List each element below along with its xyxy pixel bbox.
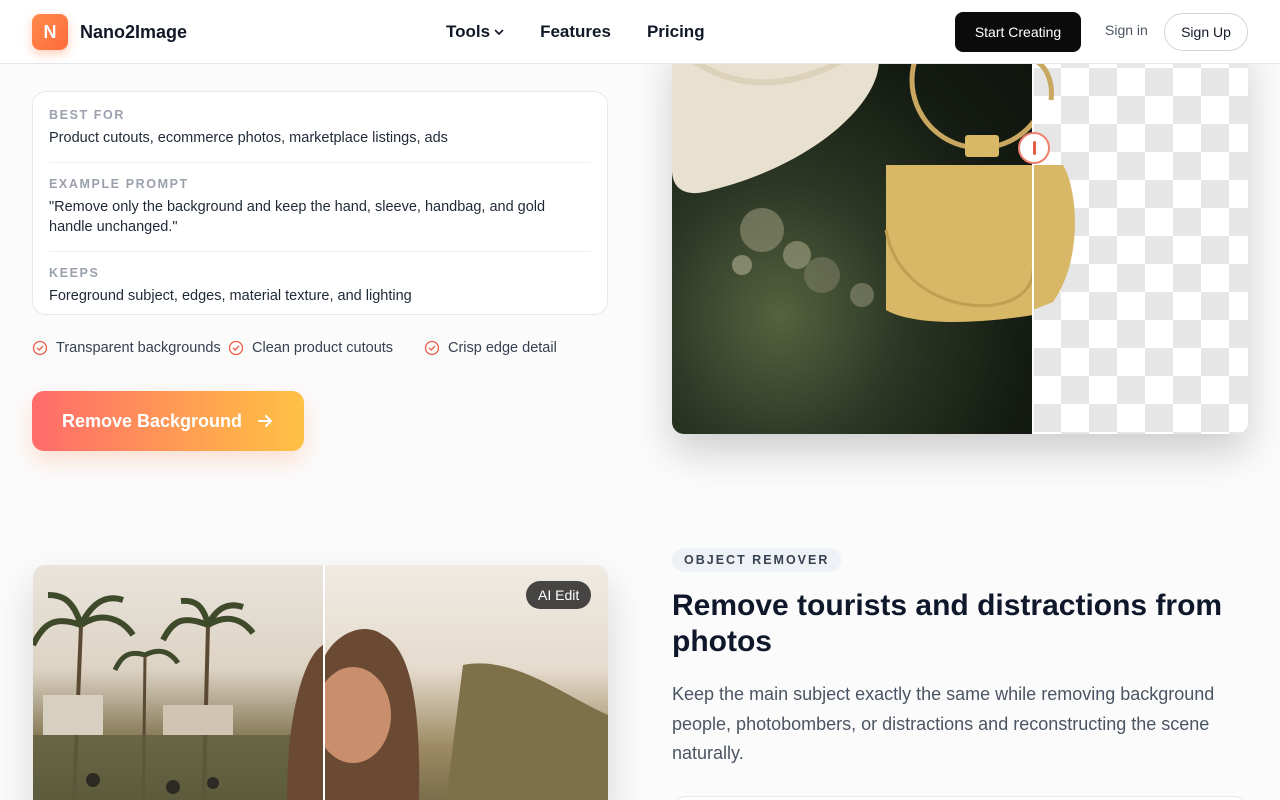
info-value: "Remove only the background and keep the… bbox=[49, 199, 546, 235]
before-image bbox=[33, 565, 323, 800]
check-circle-icon bbox=[424, 340, 440, 356]
remove-background-button[interactable]: Remove Background bbox=[32, 391, 304, 451]
section-title: Remove tourists and distractions from ph… bbox=[672, 589, 1223, 658]
handbag-cutout bbox=[1031, 57, 1075, 310]
remove-background-label: Remove Background bbox=[61, 410, 243, 431]
ai-edit-badge: AI Edit bbox=[526, 581, 592, 609]
section-badge: OBJECT REMOVER bbox=[672, 548, 842, 572]
info-label: EXAMPLE PROMPT bbox=[49, 177, 189, 191]
chevron-down-icon bbox=[494, 29, 504, 35]
feature-label: Transparent backgrounds bbox=[56, 340, 221, 356]
main-nav: Tools Features Pricing bbox=[446, 0, 705, 64]
start-creating-button[interactable]: Start Creating bbox=[955, 12, 1081, 52]
logo[interactable]: N Nano2Image bbox=[32, 14, 187, 50]
check-circle-icon bbox=[32, 340, 48, 356]
tool-info-card: BEST FOR Product cutouts, ecommerce phot… bbox=[32, 91, 608, 315]
feature-item: Transparent backgrounds bbox=[32, 340, 221, 356]
sign-up-button[interactable]: Sign Up bbox=[1164, 13, 1248, 51]
info-label: KEEPS bbox=[49, 266, 100, 280]
background-removal-comparison[interactable] bbox=[672, 40, 1248, 434]
info-value: Product cutouts, ecommerce photos, marke… bbox=[49, 130, 448, 146]
check-circle-icon bbox=[228, 340, 244, 356]
info-label: BEST FOR bbox=[49, 108, 125, 122]
feature-label: Clean product cutouts bbox=[252, 340, 394, 356]
comparison-divider bbox=[323, 565, 325, 800]
nav-features[interactable]: Features bbox=[540, 22, 611, 42]
arrow-right-icon bbox=[258, 415, 273, 427]
info-row-best-for: BEST FOR Product cutouts, ecommerce phot… bbox=[49, 108, 591, 162]
info-value: Foreground subject, edges, material text… bbox=[49, 288, 412, 304]
nav-tools-label: Tools bbox=[446, 22, 491, 41]
section-description: Keep the main subject exactly the same w… bbox=[672, 684, 1215, 763]
brand-name: Nano2Image bbox=[80, 21, 188, 42]
comparison-slider-handle[interactable] bbox=[1018, 132, 1050, 164]
comparison-divider bbox=[1032, 40, 1034, 434]
after-transparent-image bbox=[1031, 40, 1248, 434]
info-row-example-prompt: EXAMPLE PROMPT "Remove only the backgrou… bbox=[49, 162, 591, 251]
nav-tools[interactable]: Tools bbox=[446, 22, 504, 42]
beach-photo-before bbox=[33, 592, 323, 800]
logo-mark: N bbox=[32, 14, 68, 50]
feature-item: Crisp edge detail bbox=[424, 340, 557, 356]
handbag-photo bbox=[672, 40, 1051, 322]
feature-label: Crisp edge detail bbox=[448, 340, 557, 356]
next-info-card bbox=[672, 796, 1248, 800]
feature-item: Clean product cutouts bbox=[228, 340, 393, 356]
nav-pricing[interactable]: Pricing bbox=[647, 22, 705, 42]
site-header: N Nano2Image Tools Features Pricing Star… bbox=[0, 0, 1280, 64]
info-row-keeps: KEEPS Foreground subject, edges, materia… bbox=[49, 251, 591, 320]
sign-in-link[interactable]: Sign in bbox=[1105, 22, 1148, 38]
object-removal-comparison[interactable]: AI Edit bbox=[33, 565, 608, 800]
before-image bbox=[672, 40, 1051, 434]
